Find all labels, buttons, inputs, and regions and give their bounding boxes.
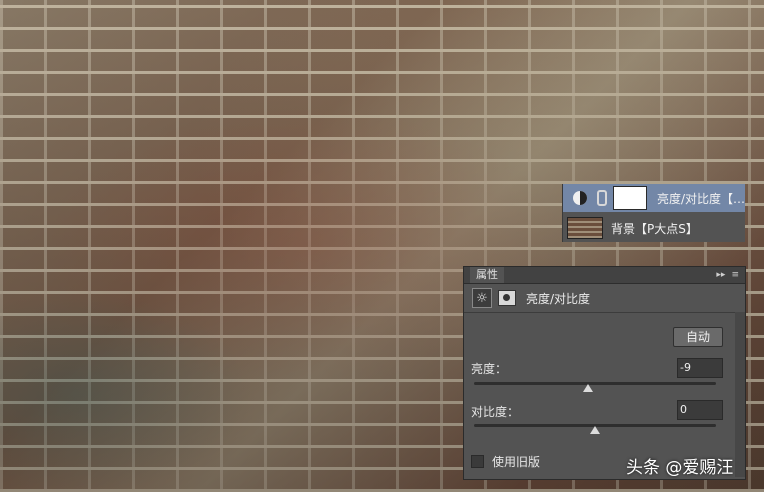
brightness-slider-track[interactable] [474,382,716,385]
mask-icon[interactable] [498,290,516,306]
brightness-input[interactable]: -9 [677,358,723,378]
layer-brightness-contrast[interactable]: 亮度/对比度【… [563,184,745,212]
auto-button[interactable]: 自动 [673,327,723,347]
properties-header: 属性 ▸▸ ≡ [464,267,745,284]
adjustment-title: 亮度/对比度 [526,291,591,306]
contrast-label: 对比度： [471,405,520,419]
brightness-slider-thumb[interactable] [582,384,593,392]
tab-properties[interactable]: 属性 [470,267,504,283]
layer-thumbnail [567,217,603,239]
brightness-label: 亮度： [471,362,508,376]
layer-mask-thumbnail[interactable] [612,186,647,210]
layer-name: 亮度/对比度【… [656,191,745,206]
layers-panel: 亮度/对比度【… 背景【P大点S】 [562,184,745,242]
use-legacy-label: 使用旧版 [492,455,541,469]
use-legacy-checkbox[interactable] [471,455,484,468]
use-legacy-row[interactable]: 使用旧版 [471,453,540,470]
brightness-contrast-adjustment-icon [573,191,587,205]
contrast-input[interactable]: 0 [677,400,723,420]
panel-menu-icon[interactable]: ≡ [731,270,739,280]
watermark-text: 头条 @爱赐汪 [626,458,734,478]
brightness-sun-icon[interactable]: ☼ [472,288,492,308]
adjustment-type-bar: ☼ 亮度/对比度 [464,284,745,313]
layer-name: 背景【P大点S】 [611,221,698,236]
contrast-slider-thumb[interactable] [590,426,600,434]
panel-scrollbar[interactable] [735,312,745,477]
link-chain-icon[interactable] [596,190,607,206]
properties-panel: 属性 ▸▸ ≡ ☼ 亮度/对比度 自动 亮度： -9 对比度： 0 使用旧版 [463,266,746,480]
layer-background[interactable]: 背景【P大点S】 [563,214,745,242]
collapse-panel-icon[interactable]: ▸▸ [716,270,725,280]
